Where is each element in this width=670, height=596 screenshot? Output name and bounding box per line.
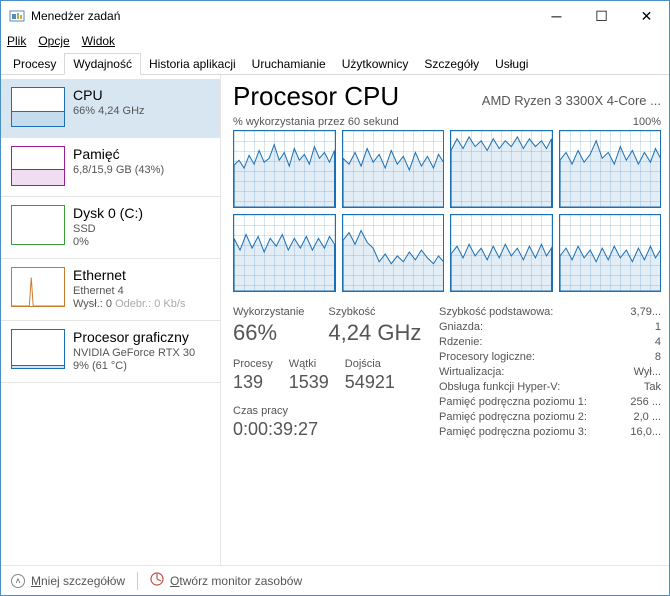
tab-details[interactable]: Szczegóły <box>416 54 487 74</box>
sidebar-item-disk[interactable]: Dysk 0 (C:) SSD 0% <box>1 197 220 258</box>
tab-performance[interactable]: Wydajność <box>64 53 141 75</box>
sidebar-net-sub2: Wysł.: 0 Odebr.: 0 Kb/s <box>73 298 185 310</box>
sidebar-item-gpu[interactable]: Procesor graficzny NVIDIA GeForce RTX 30… <box>1 321 220 382</box>
tab-services[interactable]: Usługi <box>487 54 536 74</box>
logical-value: 8 <box>655 351 661 363</box>
sidebar-item-ethernet[interactable]: Ethernet Ethernet 4 Wysł.: 0 Odebr.: 0 K… <box>1 259 220 320</box>
cores-label: Rdzenie: <box>439 336 490 348</box>
core-chart-4 <box>233 214 336 292</box>
processes-value: 139 <box>233 372 273 393</box>
base-speed-value: 3,79... <box>630 306 661 318</box>
sockets-value: 1 <box>655 321 661 333</box>
task-manager-window: Menedżer zadań ─ ☐ ✕ Plik Opcje Widok Pr… <box>0 0 670 596</box>
menubar: Plik Opcje Widok <box>1 31 669 51</box>
memory-thumb-chart <box>11 146 65 186</box>
sidebar-net-title: Ethernet <box>73 267 185 283</box>
handles-value: 54921 <box>345 372 395 393</box>
speed-value: 4,24 GHz <box>328 320 421 346</box>
tab-users[interactable]: Użytkownicy <box>334 54 417 74</box>
cpu-model: AMD Ryzen 3 3300X 4-Core ... <box>482 93 661 108</box>
cpu-stats-details: Szybkość podstawowa: 3,79... Gniazda: 1 Rd… <box>439 306 661 441</box>
l1-cache-value: 256 ... <box>630 396 661 408</box>
sidebar-cpu-sub: 66% 4,24 GHz <box>73 105 145 117</box>
virtualization-value: Wył... <box>634 366 661 378</box>
sidebar-mem-title: Pamięć <box>73 146 164 162</box>
performance-sidebar: CPU 66% 4,24 GHz Pamięć 6,8/15,9 GB (43%… <box>1 75 221 565</box>
l1-cache-label: Pamięć podręczna poziomu 1: <box>439 396 595 408</box>
core-chart-6 <box>450 214 553 292</box>
threads-label: Wątki <box>289 358 329 370</box>
logical-label: Procesory logiczne: <box>439 351 543 363</box>
core-chart-2 <box>450 130 553 208</box>
tab-app-history[interactable]: Historia aplikacji <box>141 54 244 74</box>
hyperv-value: Tak <box>644 381 661 393</box>
maximize-button[interactable]: ☐ <box>579 1 624 31</box>
app-icon <box>9 8 25 24</box>
sidebar-gpu-sub: NVIDIA GeForce RTX 30 <box>73 347 195 359</box>
sidebar-item-memory[interactable]: Pamięć 6,8/15,9 GB (43%) <box>1 138 220 196</box>
uptime-label: Czas pracy <box>233 405 423 417</box>
util-label: Wykorzystanie <box>233 306 304 318</box>
footer: ˄ MMniej szczegółówniej szczegółów Otwór… <box>1 565 669 595</box>
core-chart-7 <box>559 214 662 292</box>
l3-cache-label: Pamięć podręczna poziomu 3: <box>439 426 595 438</box>
cpu-thumb-chart <box>11 87 65 127</box>
chart-axis-left: % wykorzystania przez 60 sekund <box>233 116 399 128</box>
sidebar-item-cpu[interactable]: CPU 66% 4,24 GHz <box>1 79 220 137</box>
core-chart-5 <box>342 214 445 292</box>
cores-value: 4 <box>655 336 661 348</box>
handles-label: Dojścia <box>345 358 395 370</box>
l2-cache-label: Pamięć podręczna poziomu 2: <box>439 411 595 423</box>
close-button[interactable]: ✕ <box>624 1 669 31</box>
cpu-core-charts <box>233 130 661 292</box>
sidebar-disk-title: Dysk 0 (C:) <box>73 205 143 221</box>
l3-cache-value: 16,0... <box>630 426 661 438</box>
ethernet-thumb-chart <box>11 267 65 307</box>
fewer-details-link[interactable]: MMniej szczegółówniej szczegółów <box>31 574 125 588</box>
core-chart-3 <box>559 130 662 208</box>
chart-axis-right: 100% <box>633 116 661 128</box>
speed-label: Szybkość <box>328 306 421 318</box>
window-title: Menedżer zadań <box>31 9 534 23</box>
menu-options[interactable]: Opcje <box>38 34 69 48</box>
virtualization-label: Wirtualizacja: <box>439 366 512 378</box>
minimize-button[interactable]: ─ <box>534 1 579 31</box>
threads-value: 1539 <box>289 372 329 393</box>
titlebar: Menedżer zadań ─ ☐ ✕ <box>1 1 669 31</box>
base-speed-label: Szybkość podstawowa: <box>439 306 561 318</box>
sidebar-net-sub: Ethernet 4 <box>73 285 185 297</box>
tab-processes[interactable]: Procesy <box>5 54 64 74</box>
gpu-thumb-chart <box>11 329 65 369</box>
sidebar-gpu-sub2: 9% (61 °C) <box>73 360 195 372</box>
menu-view[interactable]: Widok <box>82 34 115 48</box>
sidebar-gpu-title: Procesor graficzny <box>73 329 195 345</box>
cpu-detail-panel: Procesor CPU AMD Ryzen 3 3300X 4-Core ..… <box>221 75 669 565</box>
sidebar-disk-sub: SSD <box>73 223 143 235</box>
core-chart-0 <box>233 130 336 208</box>
chevron-up-icon[interactable]: ˄ <box>11 574 25 588</box>
core-chart-1 <box>342 130 445 208</box>
tab-strip: Procesy Wydajność Historia aplikacji Uru… <box>1 51 669 75</box>
resmon-icon <box>150 572 164 589</box>
open-resmon-link[interactable]: Otwórz monitor zasobów <box>170 574 302 588</box>
menu-file[interactable]: Plik <box>7 34 26 48</box>
hyperv-label: Obsługa funkcji Hyper-V: <box>439 381 568 393</box>
sidebar-cpu-title: CPU <box>73 87 145 103</box>
l2-cache-value: 2,0 ... <box>633 411 661 423</box>
sidebar-disk-sub2: 0% <box>73 236 143 248</box>
util-value: 66% <box>233 320 304 346</box>
uptime-value: 0:00:39:27 <box>233 419 423 440</box>
processes-label: Procesy <box>233 358 273 370</box>
sockets-label: Gniazda: <box>439 321 491 333</box>
cpu-stats-primary: Wykorzystanie 66% Szybkość 4,24 GHz Proc… <box>233 306 423 441</box>
disk-thumb-chart <box>11 205 65 245</box>
sidebar-mem-sub: 6,8/15,9 GB (43%) <box>73 164 164 176</box>
tab-startup[interactable]: Uruchamianie <box>244 54 334 74</box>
cpu-heading: Procesor CPU <box>233 81 399 112</box>
